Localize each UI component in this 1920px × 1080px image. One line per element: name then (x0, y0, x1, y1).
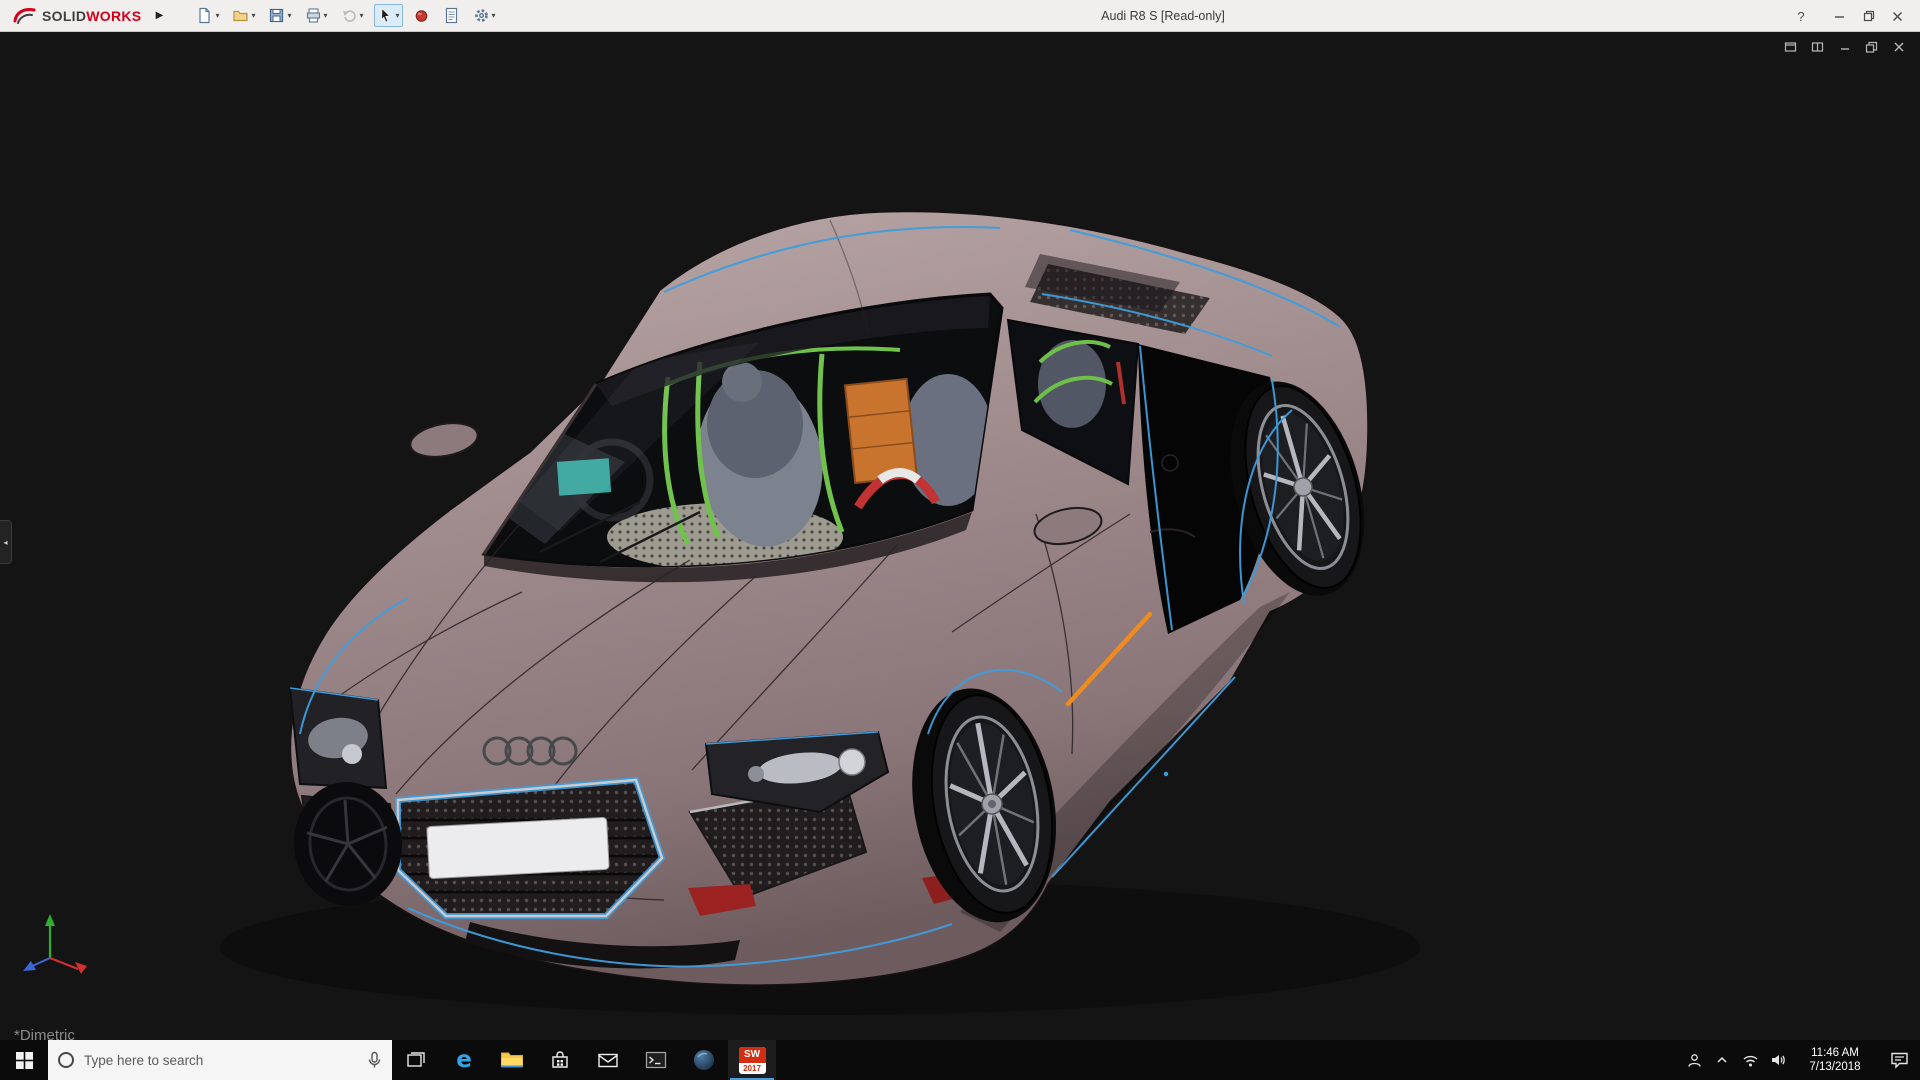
edge-logo: e (456, 1046, 472, 1073)
command-prompt-icon[interactable] (632, 1040, 680, 1080)
close-button[interactable] (1884, 3, 1910, 29)
standard-toolbar: ▾ ▾ ▾ ▾ ▾ ▾ ▾ (193, 4, 498, 27)
undo-button[interactable]: ▾ (338, 4, 367, 27)
envelope-icon (598, 1053, 618, 1068)
solidworks-app-logo: SW 2017 (738, 1046, 766, 1074)
windows-logo-icon (15, 1051, 33, 1069)
front-grille[interactable] (395, 776, 666, 919)
chevron-down-icon[interactable]: ▾ (396, 11, 400, 20)
file-properties-icon (445, 7, 457, 24)
window-title: Audi R8 S [Read-only] (1101, 8, 1225, 23)
print-button[interactable]: ▾ (302, 4, 331, 27)
open-button[interactable]: ▾ (229, 4, 258, 27)
select-tool-button[interactable]: ▾ (373, 4, 403, 27)
shopping-bag-icon (552, 1051, 568, 1068)
doc-restore-button[interactable] (1864, 40, 1879, 54)
side-mirror-left[interactable] (408, 418, 481, 461)
undo-arrow-icon (342, 10, 356, 22)
view-orientation-label: *Dimetric (14, 1027, 75, 1040)
file-properties-button[interactable] (440, 4, 463, 27)
window-icon (1784, 42, 1797, 52)
round-blue-app-logo (694, 1050, 714, 1070)
search-input[interactable] (84, 1052, 357, 1068)
taskbar: e (0, 1040, 1920, 1080)
collapsed-panel-tab[interactable]: ◂ (0, 520, 12, 564)
minimize-button[interactable] (1826, 3, 1852, 29)
mail-icon[interactable] (584, 1040, 632, 1080)
solidworks-logo: SOLIDWORKS (0, 6, 141, 26)
time-text: 11:46 AM (1811, 1047, 1859, 1059)
microphone-icon[interactable] (367, 1051, 382, 1069)
panel-tab-arrow-icon: ◂ (3, 537, 8, 547)
blue-sphere-app-icon[interactable] (680, 1040, 728, 1080)
task-view-button[interactable] (392, 1040, 440, 1080)
restore-icon (1863, 10, 1875, 22)
minimize-icon (1840, 48, 1849, 50)
car-model-audi-r8[interactable] (0, 32, 1920, 1040)
record-button[interactable] (410, 4, 433, 27)
restore-icon (1865, 41, 1878, 53)
options-button[interactable]: ▾ (470, 4, 499, 27)
clock[interactable]: 11:46 AM 7/13/2018 (1792, 1046, 1878, 1074)
close-icon (1892, 11, 1902, 21)
new-document-icon (199, 7, 211, 24)
new-document-button[interactable]: ▾ (193, 4, 222, 27)
terminal-icon (645, 1051, 667, 1069)
orientation-triad (23, 914, 87, 974)
window-controls: ? (1788, 0, 1910, 32)
brand-text: SOLIDWORKS (42, 7, 142, 24)
chevron-down-icon[interactable]: ▾ (251, 11, 255, 20)
solidworks-ds-icon (13, 7, 36, 24)
show-hidden-icons-chevron[interactable] (1708, 1040, 1736, 1080)
taskbar-search[interactable] (48, 1040, 392, 1080)
chevron-down-icon[interactable]: ▾ (215, 11, 219, 20)
action-center-icon[interactable] (1878, 1040, 1920, 1080)
window-icon (1811, 42, 1824, 52)
red-dot-icon (415, 10, 427, 22)
folder-icon (501, 1052, 523, 1068)
edge-browser-icon[interactable]: e (440, 1040, 488, 1080)
chevron-down-icon[interactable]: ▾ (287, 11, 291, 20)
float-window-button[interactable] (1783, 40, 1798, 54)
help-button[interactable]: ? (1788, 3, 1814, 29)
cortana-icon (58, 1052, 74, 1068)
save-button[interactable]: ▾ (265, 4, 294, 27)
print-icon (306, 8, 320, 23)
3d-viewport[interactable]: ◂ *Dimetric (0, 32, 1920, 1040)
headlight-left[interactable] (288, 686, 388, 790)
task-view-icon (406, 1051, 425, 1067)
save-floppy-icon (270, 8, 284, 23)
network-icon[interactable] (1736, 1040, 1764, 1080)
restore-button[interactable] (1856, 3, 1882, 29)
minimize-icon (1834, 15, 1844, 18)
system-tray: 11:46 AM 7/13/2018 (1680, 1040, 1920, 1080)
date-text: 7/13/2018 (1809, 1061, 1861, 1073)
document-window-controls (1783, 40, 1906, 54)
chevron-down-icon[interactable]: ▾ (360, 11, 364, 20)
doc-close-button[interactable] (1891, 40, 1906, 54)
close-icon (1894, 42, 1903, 52)
chevron-down-icon[interactable]: ▾ (492, 11, 496, 20)
people-icon[interactable] (1680, 1040, 1708, 1080)
titlebar: SOLIDWORKS ▶ ▾ ▾ ▾ ▾ ▾ ▾ ▾ Audi R8 S [Re… (0, 0, 1920, 32)
toolbar-flyout-arrow[interactable]: ▶ (151, 10, 167, 21)
start-button[interactable] (0, 1040, 48, 1080)
volume-icon[interactable] (1764, 1040, 1792, 1080)
open-folder-icon (233, 10, 249, 22)
gear-icon (474, 9, 488, 22)
tile-window-button[interactable] (1810, 40, 1825, 54)
select-cursor-icon (380, 7, 390, 23)
chevron-down-icon[interactable]: ▾ (324, 11, 328, 20)
store-icon[interactable] (536, 1040, 584, 1080)
file-explorer-icon[interactable] (488, 1040, 536, 1080)
solidworks-2017-icon[interactable]: SW 2017 (728, 1040, 776, 1080)
license-plate (426, 817, 610, 879)
doc-minimize-button[interactable] (1837, 40, 1852, 54)
windshield[interactable] (481, 292, 1004, 583)
